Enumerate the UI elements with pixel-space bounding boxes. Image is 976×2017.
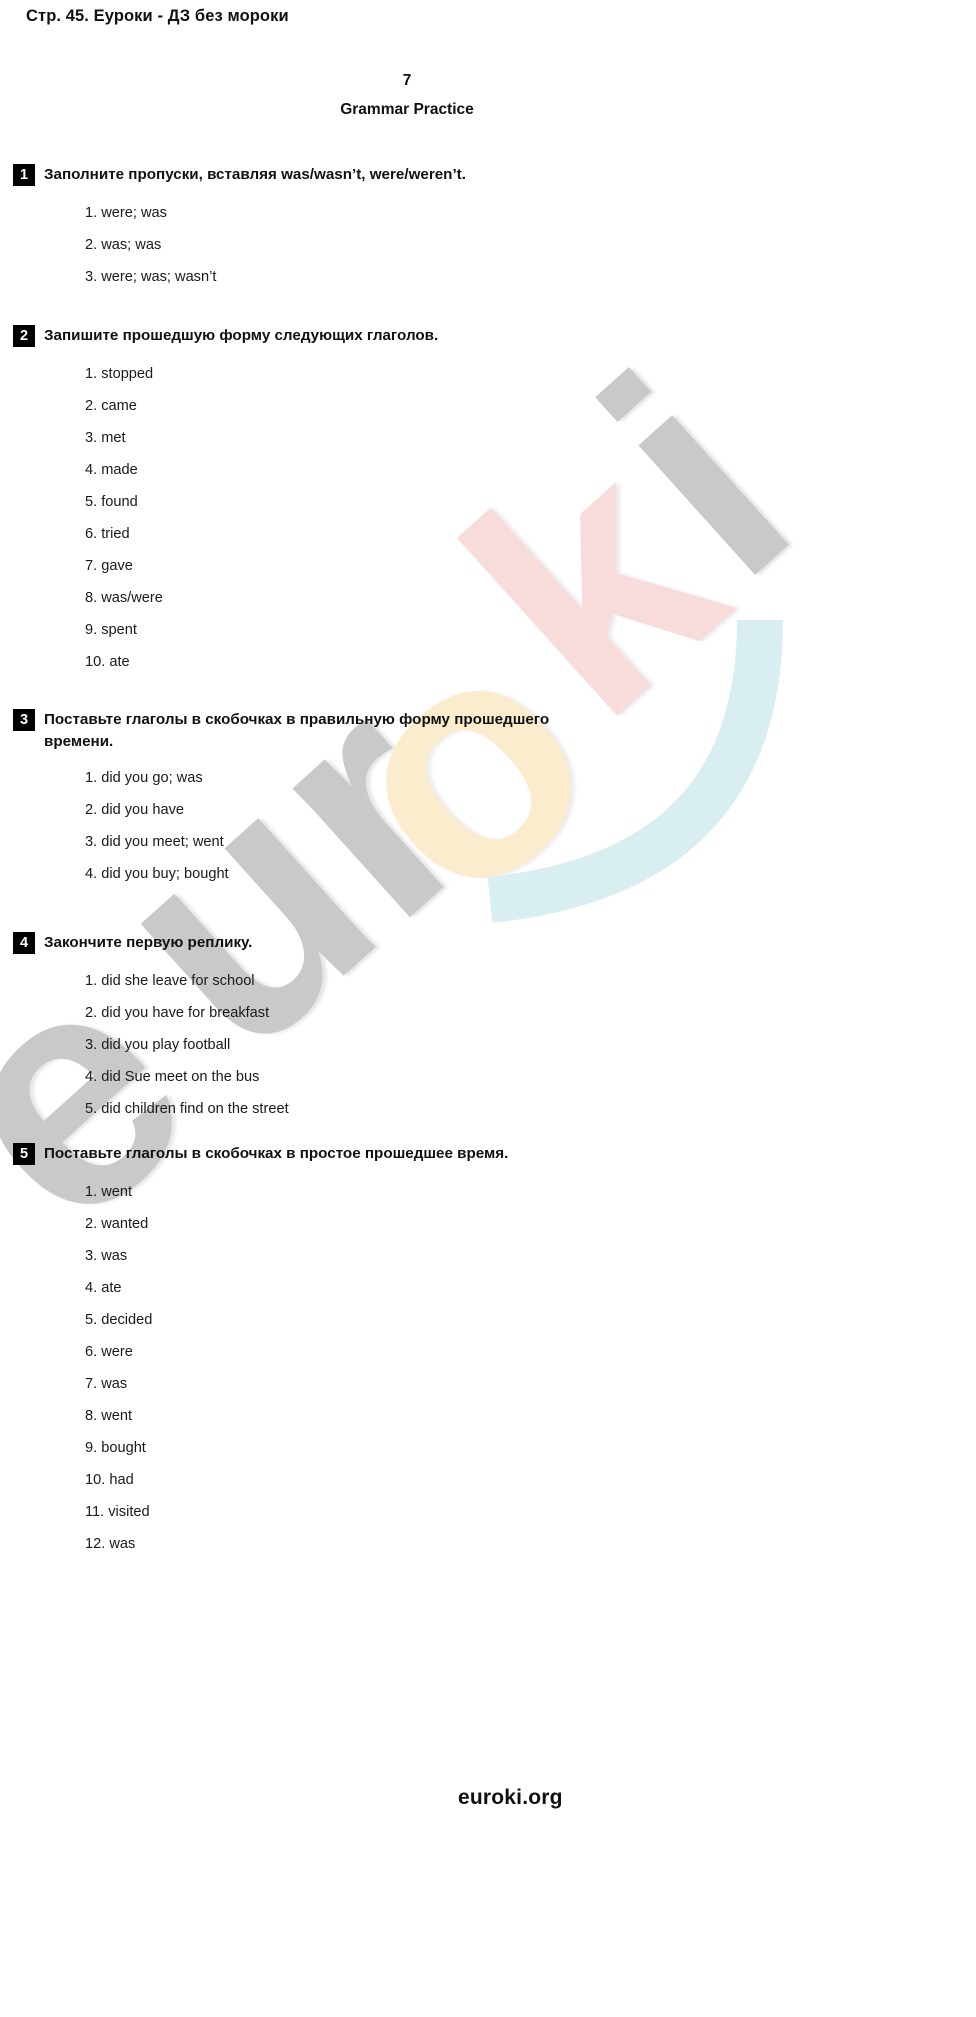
answer-item: 5. did children find on the street (85, 1100, 289, 1117)
answer-list: 1. did you go; was 2. did you have 3. di… (0, 762, 976, 890)
answer-item: 3. was (85, 1247, 128, 1264)
exercise-instruction: Заполните пропуски, вставляя was/wasn’t,… (44, 166, 466, 183)
answer-item: 5. found (85, 493, 138, 510)
answer-item: 5. decided (85, 1311, 153, 1328)
answer-item: 7. gave (85, 557, 133, 574)
answer-item: 9. bought (85, 1439, 146, 1456)
answer-item: 12. was (85, 1535, 136, 1552)
exercise-4: 4 Закончите первую реплику. 1. did she l… (0, 932, 976, 1125)
site-brand: euroki.org (458, 1786, 563, 1809)
answer-item: 4. did you buy; bought (85, 865, 229, 882)
exercise-1-head: 1 Заполните пропуски, вставляя was/wasn’… (0, 164, 976, 186)
answer-item: 6. were (85, 1343, 133, 1360)
exercise-instruction: Запишите прошедшую форму следующих глаго… (44, 327, 439, 344)
exercise-number-badge: 4 (13, 932, 35, 954)
unit-subtitle: Grammar Practice (340, 101, 474, 118)
answer-item: 4. made (85, 461, 138, 478)
exercise-3-head: 3 Поставьте глаголы в скобочках в правил… (0, 709, 976, 752)
unit-number: 7 (402, 72, 412, 89)
exercise-5: 5 Поставьте глаголы в скобочках в просто… (0, 1143, 976, 1560)
exercise-instruction-line-2: времени. (44, 732, 114, 750)
exercise-1: 1 Заполните пропуски, вставляя was/wasn’… (0, 164, 976, 293)
answer-item: 3. did you play football (85, 1036, 231, 1053)
answer-list: 1. stopped 2. came 3. met 4. made 5. fou… (0, 358, 976, 678)
exercise-2: 2 Запишите прошедшую форму следующих гла… (0, 325, 976, 678)
answer-item: 2. did you have for breakfast (85, 1004, 270, 1021)
exercise-instruction: Поставьте глаголы в скобочках в правильн… (44, 709, 948, 752)
answer-item: 2. wanted (85, 1215, 149, 1232)
answer-item: 2. did you have (85, 801, 184, 818)
answer-item: 1. went (85, 1183, 133, 1200)
exercise-instruction: Поставьте глаголы в скобочках в простое … (44, 1145, 509, 1162)
answer-item: 4. did Sue meet on the bus (85, 1068, 260, 1085)
answer-item: 8. was/were (85, 589, 163, 606)
exercise-3: 3 Поставьте глаголы в скобочках в правил… (0, 709, 976, 890)
answer-item: 8. went (85, 1407, 133, 1424)
answer-item: 2. was; was (85, 236, 162, 253)
answer-item: 3. did you meet; went (85, 833, 224, 850)
answer-item: 1. were; was (85, 204, 167, 221)
answer-item: 11. visited (85, 1503, 150, 1520)
answer-item: 7. was (85, 1375, 128, 1392)
answer-item: 9. spent (85, 621, 137, 638)
exercise-number-badge: 3 (13, 709, 35, 731)
page-title: Стр. 45. Еуроки - ДЗ без мороки (26, 7, 289, 25)
answer-list: 1. were; was 2. was; was 3. were; was; w… (0, 197, 976, 293)
answer-item: 6. tried (85, 525, 130, 542)
answer-item: 1. stopped (85, 365, 154, 382)
exercise-number-badge: 2 (13, 325, 35, 347)
answer-item: 1. did you go; was (85, 769, 203, 786)
answer-item: 4. ate (85, 1279, 122, 1296)
exercise-instruction: Закончите первую реплику. (44, 934, 253, 951)
answer-item: 3. were; was; wasn’t (85, 268, 217, 285)
exercise-number-badge: 5 (13, 1143, 35, 1165)
exercise-5-head: 5 Поставьте глаголы в скобочках в просто… (0, 1143, 976, 1165)
answer-list: 1. went 2. wanted 3. was 4. ate 5. decid… (0, 1176, 976, 1560)
exercise-instruction-line-1: Поставьте глаголы в скобочках в правильн… (44, 711, 550, 728)
answer-item: 2. came (85, 397, 137, 414)
answer-item: 3. met (85, 429, 126, 446)
exercise-4-head: 4 Закончите первую реплику. (0, 932, 976, 954)
exercise-2-head: 2 Запишите прошедшую форму следующих гла… (0, 325, 976, 347)
page-canvas: e u r o k i Стр. 45. Еуроки - ДЗ без мор… (0, 0, 976, 2017)
answer-item: 1. did she leave for school (85, 972, 255, 989)
answer-item: 10. had (85, 1471, 134, 1488)
exercise-number-badge: 1 (13, 164, 35, 186)
answer-item: 10. ate (85, 653, 130, 670)
answer-list: 1. did she leave for school 2. did you h… (0, 965, 976, 1125)
